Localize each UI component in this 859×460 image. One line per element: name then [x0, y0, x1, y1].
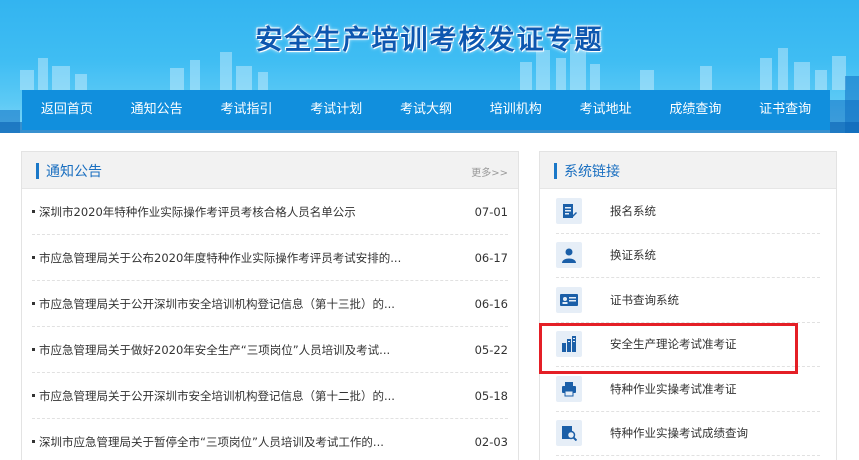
notice-link[interactable]: 市应急管理局关于公布2020年度特种作业实际操作考评员考试安排的... — [39, 250, 439, 266]
nav-exam-syllabus[interactable]: 考试大纲 — [381, 90, 471, 130]
notice-panel: 通知公告 更多>> 深圳市2020年特种作业实际操作考评员考核合格人员名单公示 … — [21, 151, 519, 460]
link-certificate-query-system[interactable]: 证书查询系统 — [556, 278, 820, 323]
notice-item: 市应急管理局关于做好2020年安全生产“三项岗位”人员培训及考试... 05-2… — [32, 327, 508, 373]
nav-exam-plan[interactable]: 考试计划 — [291, 90, 381, 130]
notice-date: 06-17 — [474, 250, 508, 265]
system-links-panel: 系统链接 报名系统 换证系统 证书查询系统 安全生产理论考试准考证 特种作业实操… — [539, 151, 837, 460]
nav-exam-address[interactable]: 考试地址 — [561, 90, 651, 130]
links-panel-header: 系统链接 — [540, 152, 836, 189]
printer-icon — [556, 375, 582, 402]
bullet-icon — [32, 256, 35, 259]
nav-training-institutions[interactable]: 培训机构 — [471, 90, 561, 130]
notice-date: 07-01 — [474, 204, 508, 219]
notice-item: 市应急管理局关于公开深圳市安全培训机构登记信息（第十三批）的... 06-16 — [32, 281, 508, 327]
main-nav: 返回首页 通知公告 考试指引 考试计划 考试大纲 培训机构 考试地址 成绩查询 … — [22, 90, 830, 130]
link-practical-exam-admission[interactable]: 特种作业实操考试准考证 — [556, 367, 820, 412]
link-signup-system[interactable]: 报名系统 — [556, 189, 820, 234]
link-label: 特种作业实操考试成绩查询 — [610, 426, 748, 441]
notice-link[interactable]: 市应急管理局关于公开深圳市安全培训机构登记信息（第十二批）的... — [39, 388, 439, 404]
bullet-icon — [32, 394, 35, 397]
bullet-icon — [32, 440, 35, 443]
notice-date: 05-18 — [474, 388, 508, 403]
more-link[interactable]: 更多>> — [471, 164, 508, 179]
notice-link[interactable]: 深圳市应急管理局关于暂停全市“三项岗位”人员培训及考试工作的... — [39, 434, 439, 450]
link-practical-exam-score-query[interactable]: 特种作业实操考试成绩查询 — [556, 412, 820, 456]
link-label: 安全生产理论考试准考证 — [610, 337, 737, 352]
links-panel-title: 系统链接 — [564, 164, 620, 180]
user-icon — [556, 242, 582, 269]
notice-item: 市应急管理局关于公开深圳市安全培训机构登记信息（第十二批）的... 05-18 — [32, 373, 508, 419]
banner-title: 安全生产培训考核发证专题 — [255, 25, 604, 56]
nav-home[interactable]: 返回首页 — [22, 90, 112, 130]
notice-panel-title: 通知公告 — [46, 164, 102, 180]
notice-date: 02-03 — [474, 434, 508, 449]
link-label: 证书查询系统 — [610, 292, 679, 307]
system-link-list: 报名系统 换证系统 证书查询系统 安全生产理论考试准考证 特种作业实操考试准考证 — [540, 189, 836, 456]
notice-link[interactable]: 市应急管理局关于公开深圳市安全培训机构登记信息（第十三批）的... — [39, 296, 439, 312]
search-document-icon — [556, 420, 582, 447]
link-theory-exam-admission[interactable]: 安全生产理论考试准考证 — [556, 323, 820, 367]
nav-notices[interactable]: 通知公告 — [112, 90, 202, 130]
notice-item: 深圳市应急管理局关于暂停全市“三项岗位”人员培训及考试工作的... 02-03 — [32, 419, 508, 460]
link-label: 报名系统 — [610, 203, 656, 218]
title-accent-bar — [554, 163, 557, 179]
nav-score-query[interactable]: 成绩查询 — [650, 90, 740, 130]
bullet-icon — [32, 210, 35, 213]
title-accent-bar — [36, 163, 39, 179]
id-card-icon — [556, 286, 582, 313]
notice-date: 05-22 — [474, 342, 508, 357]
notice-link[interactable]: 市应急管理局关于做好2020年安全生产“三项岗位”人员培训及考试... — [39, 342, 439, 358]
link-renewal-system[interactable]: 换证系统 — [556, 234, 820, 278]
bullet-icon — [32, 302, 35, 305]
signup-form-icon — [556, 197, 582, 224]
nav-certificate-query[interactable]: 证书查询 — [740, 90, 830, 130]
notice-list: 深圳市2020年特种作业实际操作考评员考核合格人员名单公示 07-01 市应急管… — [22, 189, 518, 460]
bullet-icon — [32, 348, 35, 351]
notice-item: 市应急管理局关于公布2020年度特种作业实际操作考评员考试安排的... 06-1… — [32, 235, 508, 281]
notice-link[interactable]: 深圳市2020年特种作业实际操作考评员考核合格人员名单公示 — [39, 204, 439, 220]
notice-item: 深圳市2020年特种作业实际操作考评员考核合格人员名单公示 07-01 — [32, 189, 508, 235]
link-label: 特种作业实操考试准考证 — [610, 381, 737, 396]
notice-panel-header: 通知公告 更多>> — [22, 152, 518, 189]
header-banner: 安全生产培训考核发证专题 返回首页 通知公告 考试指引 考试计划 考试大纲 培训… — [0, 0, 859, 133]
link-label: 换证系统 — [610, 248, 656, 263]
notice-date: 06-16 — [474, 296, 508, 311]
building-icon — [556, 331, 582, 358]
nav-exam-guide[interactable]: 考试指引 — [202, 90, 292, 130]
